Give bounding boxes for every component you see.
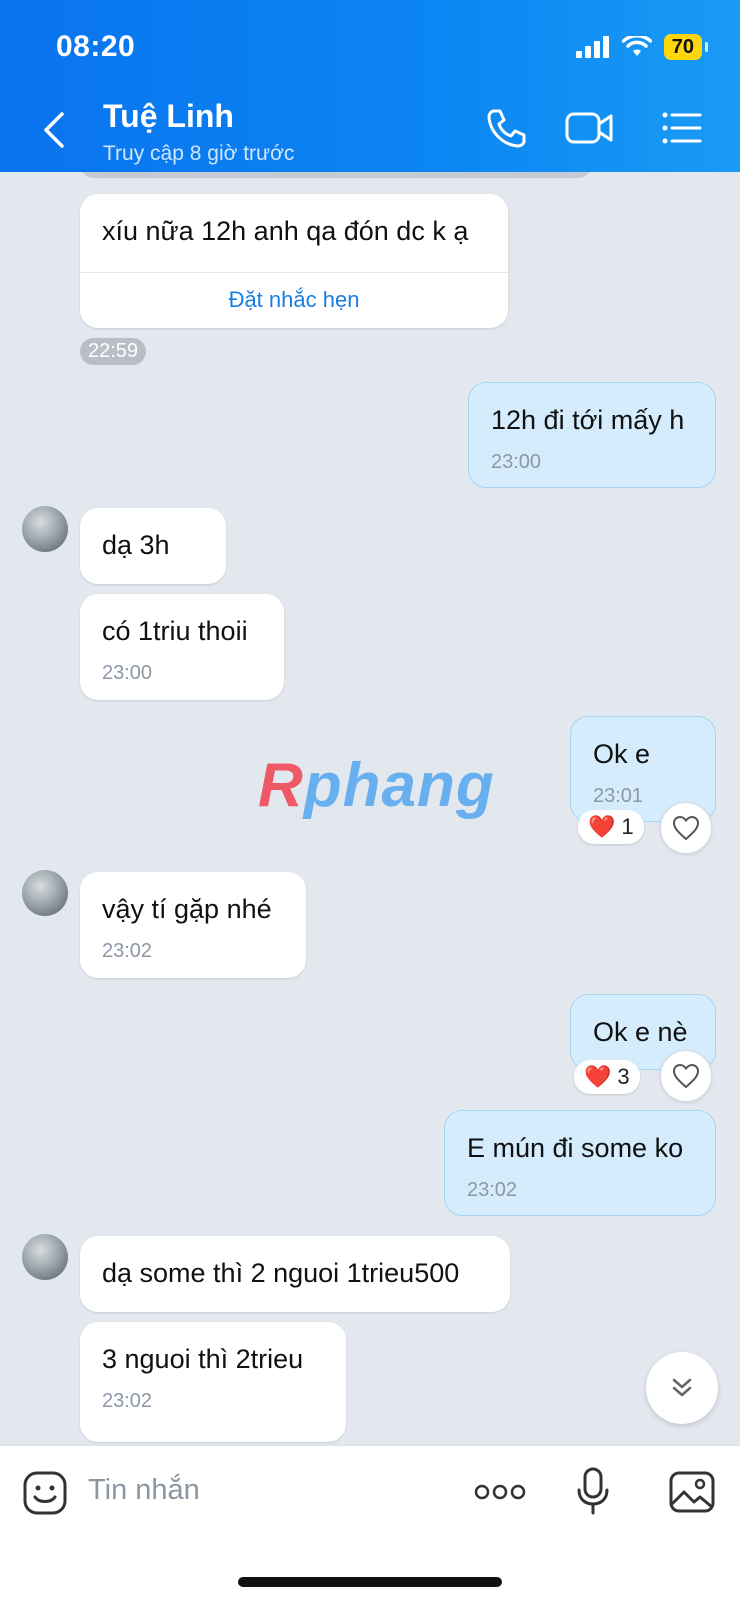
message-outgoing[interactable]: E mún đi some ko 23:02 <box>444 1110 716 1216</box>
signal-icon <box>575 36 609 58</box>
contact-name[interactable]: Tuệ Linh <box>103 98 234 135</box>
chat-header: 08:20 70 Tuệ Linh Truy cập 8 giờ trước <box>0 0 740 172</box>
message-text: Ok e nè <box>593 1017 688 1047</box>
contact-avatar[interactable] <box>22 506 68 552</box>
message-incoming[interactable]: có 1triu thoii 23:00 <box>80 594 284 700</box>
sticker-icon[interactable] <box>22 1470 68 1516</box>
message-text: 12h đi tới mấy h <box>491 405 685 435</box>
message-outgoing[interactable]: 12h đi tới mấy h 23:00 <box>468 382 716 488</box>
contact-avatar[interactable] <box>22 870 68 916</box>
contact-avatar[interactable] <box>22 1234 68 1280</box>
back-icon[interactable] <box>36 108 76 152</box>
message-input[interactable]: Tin nhắn <box>88 1474 200 1507</box>
message-time: 22:59 <box>80 338 147 365</box>
video-call-icon[interactable] <box>564 106 616 150</box>
status-icons: 70 <box>575 34 709 60</box>
wifi-icon <box>621 36 652 56</box>
home-indicator <box>238 1577 502 1587</box>
reaction-badge[interactable]: ❤️ 1 <box>578 810 644 844</box>
set-reminder-link[interactable]: Đặt nhắc hẹn <box>80 272 508 313</box>
message-incoming[interactable]: 3 nguoi thì 2trieu 23:02 <box>80 1322 346 1442</box>
reaction-badge[interactable]: ❤️ 3 <box>574 1060 640 1094</box>
message-incoming[interactable]: dạ 3h <box>80 508 226 584</box>
reaction-count: 3 <box>617 1064 630 1089</box>
watermark-logo: Rphang <box>258 751 495 820</box>
menu-icon[interactable] <box>660 106 704 150</box>
reaction-count: 1 <box>621 814 634 839</box>
more-options-icon[interactable] <box>474 1482 526 1502</box>
double-chevron-down-icon <box>672 1378 692 1397</box>
message-time: 23:00 <box>491 451 542 473</box>
message-incoming[interactable]: xíu nữa 12h anh qa đón dc k ạ Đặt nhắc h… <box>80 194 508 328</box>
message-time: 23:02 <box>102 940 153 962</box>
message-text: Ok e <box>593 739 651 769</box>
message-time: 23:00 <box>102 662 153 684</box>
message-text: xíu nữa 12h anh qa đón dc k ạ <box>102 216 469 246</box>
message-time: 23:02 <box>102 1390 153 1412</box>
message-time: 23:02 <box>467 1179 518 1201</box>
message-text: dạ 3h <box>102 530 170 560</box>
phone-icon[interactable] <box>484 106 528 150</box>
message-text: có 1triu thoii <box>102 616 248 646</box>
heart-outline-icon <box>672 1063 700 1089</box>
message-incoming[interactable]: vậy tí gặp nhé 23:02 <box>80 872 306 978</box>
message-text: dạ some thì 2 nguoi 1trieu500 <box>102 1258 460 1288</box>
contact-status: Truy cập 8 giờ trước <box>103 142 295 165</box>
message-incoming[interactable]: dạ some thì 2 nguoi 1trieu500 <box>80 1236 510 1312</box>
message-text: 3 nguoi thì 2trieu <box>102 1344 304 1374</box>
scroll-to-bottom-button[interactable] <box>646 1352 718 1424</box>
heart-reaction-icon: ❤️ <box>584 1064 612 1089</box>
microphone-icon[interactable] <box>576 1466 610 1516</box>
message-composer: Tin nhắn <box>0 1445 740 1600</box>
battery-indicator: 70 <box>663 34 709 60</box>
heart-outline-icon <box>672 815 700 841</box>
like-button[interactable] <box>660 802 712 854</box>
message-text: vậy tí gặp nhé <box>102 894 272 924</box>
image-gallery-icon[interactable] <box>668 1470 716 1514</box>
message-text: E mún đi some ko <box>467 1133 684 1163</box>
message-time: 23:01 <box>593 785 644 807</box>
heart-reaction-icon: ❤️ <box>588 814 616 839</box>
status-time: 08:20 <box>56 30 136 63</box>
like-button[interactable] <box>660 1050 712 1102</box>
message-list[interactable]: xíu nữa 12h anh qa đón dc k ạ Đặt nhắc h… <box>0 172 740 1445</box>
previous-message-edge <box>80 172 592 178</box>
